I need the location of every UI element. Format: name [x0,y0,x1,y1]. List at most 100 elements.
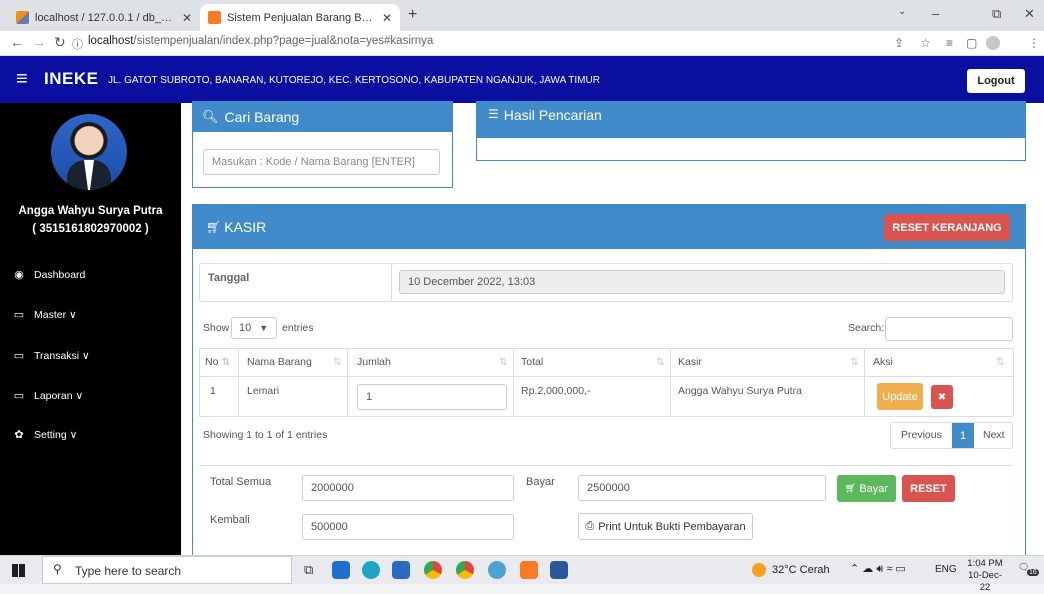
column-label: Nama Barang [247,356,312,368]
taskbar-search-text: Type here to search [75,564,182,578]
divider [864,348,865,416]
pagination-previous[interactable]: Previous [901,429,942,441]
monitor-icon: ▭ [13,309,25,321]
result-panel-title: Hasil Pencarian [503,107,602,123]
chrome-icon[interactable] [456,561,474,579]
cart-icon: 🛒︎ [206,219,222,234]
sidebar-item-setting[interactable]: ✿ Setting ∨ [12,428,77,442]
close-icon[interactable]: ✕ [382,11,392,25]
store-icon[interactable] [392,561,410,579]
tab-sistem-penjualan[interactable]: Sistem Penjualan Barang Berbasi ✕ [200,4,400,31]
sidebar-item-label: Master ∨ [34,308,77,321]
task-view-icon[interactable]: ⧉ [304,562,313,578]
bayar-button[interactable]: 🛒︎ Bayar [837,475,896,502]
list-icon: ☰ [488,107,499,121]
sort-icon: ⇅ [656,356,665,368]
close-icon[interactable]: ✕ [182,11,192,25]
divider [513,348,514,416]
tab-phpmyadmin[interactable]: localhost / 127.0.0.1 / db_toko | p ✕ [8,4,200,31]
reading-list-icon[interactable]: ≡ [946,36,953,50]
xampp-icon [208,11,221,24]
edge-icon[interactable] [362,561,380,579]
column-header-aksi[interactable]: Aksi [873,356,893,368]
language-indicator[interactable]: ENG [935,564,957,575]
bayar-input[interactable]: 2500000 [578,475,826,501]
monitor-icon: ▭ [13,350,25,362]
store-address: JL. GATOT SUBROTO, BANARAN, KUTOREJO, KE… [108,75,600,86]
kasir-title: KASIR [224,218,267,235]
column-header-jumlah[interactable]: Jumlah [357,356,391,368]
column-label: Jumlah [357,356,391,368]
notification-icon[interactable]: 🗨︎ 16 [1018,562,1039,578]
column-label: Aksi [873,356,893,368]
browser-menu-icon[interactable]: ⋮ [1028,36,1040,50]
sidebar-item-laporan[interactable]: ▭ Laporan ∨ [12,389,84,403]
entries-select[interactable]: 10 ▼ [231,317,277,339]
hamburger-menu-icon[interactable]: ≡ [16,68,28,91]
reset-button[interactable]: RESET [902,475,955,502]
clock[interactable]: 1:04 PM 10-Dec-22 [964,558,1006,594]
info-icon[interactable]: ⓘ [72,36,83,52]
print-button[interactable]: ⎙ Print Untuk Bukti Pembayaran [578,513,753,540]
side-panel-icon[interactable]: ▢ [966,36,977,50]
entries-label: entries [282,322,314,334]
update-button[interactable]: Update [877,383,923,410]
gear-icon: ✿ [14,429,24,441]
date-label: Tanggal [208,272,250,284]
divider [347,348,348,416]
forward-icon[interactable]: → [32,34,46,50]
column-header-nama[interactable]: Nama Barang [247,356,312,368]
divider [391,263,392,302]
quantity-input[interactable]: 1 [357,384,507,410]
restore-icon[interactable]: ⧉ [992,6,1001,22]
divider [199,376,1013,377]
column-header-kasir[interactable]: Kasir [678,356,702,368]
kasir-panel [192,204,1026,555]
logout-button[interactable]: Logout [967,69,1025,93]
search-panel-title: Cari Barang [224,108,300,125]
column-header-total[interactable]: Total [521,356,543,368]
sidebar-item-label: Laporan ∨ [34,389,84,402]
divider [238,348,239,416]
sidebar-item-dashboard[interactable]: ◉ Dashboard [12,268,85,282]
avatar [51,114,127,190]
windows-start-icon[interactable] [12,564,25,577]
search-icon: ⚲ [53,562,62,576]
xampp-icon[interactable] [520,561,538,579]
sidebar-item-transaksi[interactable]: ▭ Transaksi ∨ [12,349,90,363]
total-field[interactable]: 2000000 [302,475,514,501]
reset-cart-button[interactable]: RESET KERANJANG [884,214,1010,241]
minimize-icon[interactable]: – [932,6,939,21]
search-input[interactable]: Masukan : Kode / Nama Barang [ENTER] [203,149,440,175]
pagination-next[interactable]: Next [983,429,1005,441]
back-icon[interactable]: ← [10,34,24,50]
search-label: Search: [848,322,885,334]
share-icon[interactable]: ⇪ [894,36,904,50]
browser-tab-bar: localhost / 127.0.0.1 / db_toko | p ✕ Si… [0,0,1044,31]
tab-search-icon[interactable]: ⌄ [898,6,906,17]
column-header-no[interactable]: No ⇅ [205,356,230,368]
sidebar: Angga Wahyu Surya Putra ( 35151618029700… [0,103,181,555]
window-close-icon[interactable]: ✕ [1024,6,1035,22]
delete-button[interactable]: ✖ [931,385,953,409]
file-explorer-icon[interactable] [332,561,350,579]
clock-time: 1:04 PM [967,558,1003,569]
system-tray-icons[interactable]: ⌃ ☁ 🔊︎ ≈ ▭ [850,562,906,576]
taskbar-search-box[interactable]: ⚲ Type here to search [42,556,292,584]
profile-icon[interactable] [986,36,1000,50]
entries-value: 10 [239,322,252,334]
url-field[interactable]: localhost/sistempenjualan/index.php?page… [88,35,433,47]
chrome-icon[interactable] [424,561,442,579]
search-panel-header: 🔍︎ Cari Barang [192,101,453,132]
pagination-page-1[interactable]: 1 [952,423,974,448]
word-icon[interactable] [550,561,568,579]
sidebar-item-master[interactable]: ▭ Master ∨ [12,308,77,322]
table-search-input[interactable] [885,317,1013,341]
windows-taskbar: ⚲ Type here to search ⧉ 32°C Cerah ⌃ ☁ 🔊… [0,555,1044,593]
sidebar-item-label: Transaksi ∨ [34,349,90,362]
weather-text[interactable]: 32°C Cerah [772,564,830,576]
new-tab-button[interactable]: + [408,6,417,24]
reload-icon[interactable]: ↻ [54,34,66,51]
bookmark-star-icon[interactable]: ☆ [920,36,931,50]
app-icon[interactable] [488,561,506,579]
